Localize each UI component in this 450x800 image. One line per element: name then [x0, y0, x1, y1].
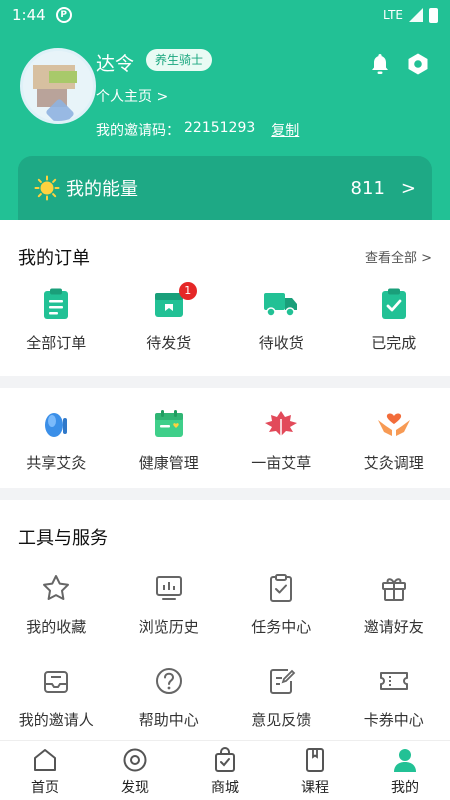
tab-mall-label: 商城 — [211, 780, 239, 796]
signal-icon — [409, 8, 423, 22]
bell-icon[interactable] — [368, 52, 392, 76]
order-to-ship-label: 待发货 — [146, 334, 192, 352]
moxa-icon — [45, 413, 68, 437]
service-shared-moxa[interactable]: 共享艾灸 — [0, 406, 113, 473]
tool-my-inviter[interactable]: 我的邀请人 — [0, 663, 113, 730]
course-book-icon — [306, 748, 324, 772]
order-to-receive-label: 待收货 — [258, 334, 304, 352]
ticket-icon — [379, 672, 408, 690]
tool-help-center[interactable]: 帮助中心 — [113, 663, 226, 730]
tab-mine-label: 我的 — [391, 780, 419, 796]
service-mugwort-field-label: 一亩艾草 — [251, 454, 312, 472]
discover-icon — [123, 748, 147, 772]
history-chart-icon — [155, 576, 182, 600]
tool-task-center-label: 任务中心 — [251, 618, 312, 636]
user-icon — [394, 749, 416, 772]
tab-discover[interactable]: 发现 — [90, 741, 180, 800]
star-icon — [43, 575, 70, 600]
order-to-ship-button[interactable]: 1 待发货 — [113, 282, 226, 353]
tool-favorites[interactable]: 我的收藏 — [0, 570, 113, 637]
tool-task-center[interactable]: 任务中心 — [225, 570, 338, 637]
orders-section: 我的订单 查看全部 > 全部订单 1 待发货 待收货 已完成 — [0, 220, 450, 376]
status-right: LTE — [383, 7, 438, 23]
services-section: 共享艾灸 健康管理 一亩艾草 艾灸调理 — [0, 388, 450, 488]
tab-home-label: 首页 — [31, 780, 59, 796]
tab-course[interactable]: 课程 — [270, 741, 360, 800]
level-badge: 养生骑士 — [146, 49, 213, 71]
tool-invite-friends[interactable]: 邀请好友 — [338, 570, 450, 637]
order-completed-label: 已完成 — [371, 334, 417, 352]
order-all-button[interactable]: 全部订单 — [0, 286, 113, 353]
service-moxa-therapy-label: 艾灸调理 — [363, 454, 424, 472]
order-to-ship-count-badge: 1 — [178, 282, 197, 300]
gift-icon — [381, 578, 406, 601]
invite-code: 22151293 — [184, 120, 256, 136]
tool-feedback-label: 意见反馈 — [251, 711, 312, 729]
help-icon — [155, 668, 182, 694]
services-grid: 共享艾灸 健康管理 一亩艾草 艾灸调理 — [0, 406, 450, 473]
battery-icon — [429, 7, 438, 23]
network-label: LTE — [383, 8, 403, 22]
copy-button[interactable]: 复制 — [271, 120, 299, 140]
tool-history[interactable]: 浏览历史 — [113, 570, 226, 637]
orders-title: 我的订单 — [18, 248, 90, 269]
inbox-icon — [44, 671, 69, 693]
tools-grid-row-1: 我的收藏 浏览历史 任务中心 邀请好友 — [0, 570, 450, 637]
shopping-bag-icon — [215, 747, 235, 772]
bottom-tab-bar: 首页 发现 商城 课程 我的 — [0, 740, 450, 800]
service-moxa-therapy[interactable]: 艾灸调理 — [338, 406, 450, 473]
homepage-link[interactable]: 个人主页 > — [96, 86, 168, 106]
energy-bar[interactable]: 我的能量 811 > — [18, 156, 432, 220]
status-time: 1:44 — [12, 6, 46, 24]
settings-icon[interactable] — [406, 52, 430, 76]
calendar-health-icon — [154, 410, 183, 437]
clipboard-list-icon — [44, 288, 69, 319]
service-health-management-label: 健康管理 — [138, 454, 199, 472]
feedback-edit-icon — [270, 669, 296, 694]
tab-home[interactable]: 首页 — [0, 741, 90, 800]
tool-history-label: 浏览历史 — [138, 618, 199, 636]
tools-grid-row-2: 我的邀请人 帮助中心 意见反馈 卡券中心 — [0, 663, 450, 730]
tool-help-center-label: 帮助中心 — [138, 711, 199, 729]
home-icon — [34, 749, 56, 771]
truck-icon — [264, 293, 298, 317]
order-to-receive-button[interactable]: 待收货 — [225, 286, 338, 353]
order-completed-button[interactable]: 已完成 — [338, 286, 450, 353]
tool-my-inviter-label: 我的邀请人 — [18, 711, 94, 729]
view-all-orders-link[interactable]: 查看全部 > — [365, 247, 432, 266]
order-all-label: 全部订单 — [26, 334, 87, 352]
tab-course-label: 课程 — [301, 780, 329, 796]
tool-coupon-center-label: 卡券中心 — [363, 711, 424, 729]
energy-label: 我的能量 — [66, 179, 138, 200]
tool-invite-friends-label: 邀请好友 — [363, 618, 424, 636]
clipboard-check-icon — [381, 288, 406, 319]
tools-title: 工具与服务 — [18, 528, 108, 549]
status-bar: 1:44 P LTE — [0, 0, 450, 30]
tab-mine[interactable]: 我的 — [360, 741, 450, 800]
user-name: 达令 — [96, 53, 135, 75]
tool-favorites-label: 我的收藏 — [26, 618, 87, 636]
app-notification-icon: P — [55, 7, 72, 23]
invite-code-row: 我的邀请码： 22151293 复制 — [96, 120, 299, 140]
invite-label: 我的邀请码： — [96, 123, 180, 139]
hands-heart-icon — [377, 413, 410, 436]
tab-discover-label: 发现 — [121, 780, 149, 796]
leaf-icon — [265, 411, 298, 436]
avatar[interactable] — [20, 48, 96, 124]
task-clipboard-icon — [270, 574, 293, 602]
tab-mall[interactable]: 商城 — [180, 741, 270, 800]
chevron-right-icon: > — [400, 177, 416, 199]
tool-feedback[interactable]: 意见反馈 — [225, 663, 338, 730]
order-status-grid: 全部订单 1 待发货 待收货 已完成 — [0, 282, 450, 353]
service-mugwort-field[interactable]: 一亩艾草 — [225, 406, 338, 473]
tool-coupon-center[interactable]: 卡券中心 — [338, 663, 450, 730]
sun-icon — [34, 175, 60, 201]
tools-section: 工具与服务 我的收藏 浏览历史 任务中心 邀请好友 我的邀请人 帮助中心 意见反… — [0, 500, 450, 740]
service-health-management[interactable]: 健康管理 — [113, 406, 226, 473]
service-shared-moxa-label: 共享艾灸 — [26, 454, 87, 472]
energy-value: 811 — [350, 177, 385, 199]
